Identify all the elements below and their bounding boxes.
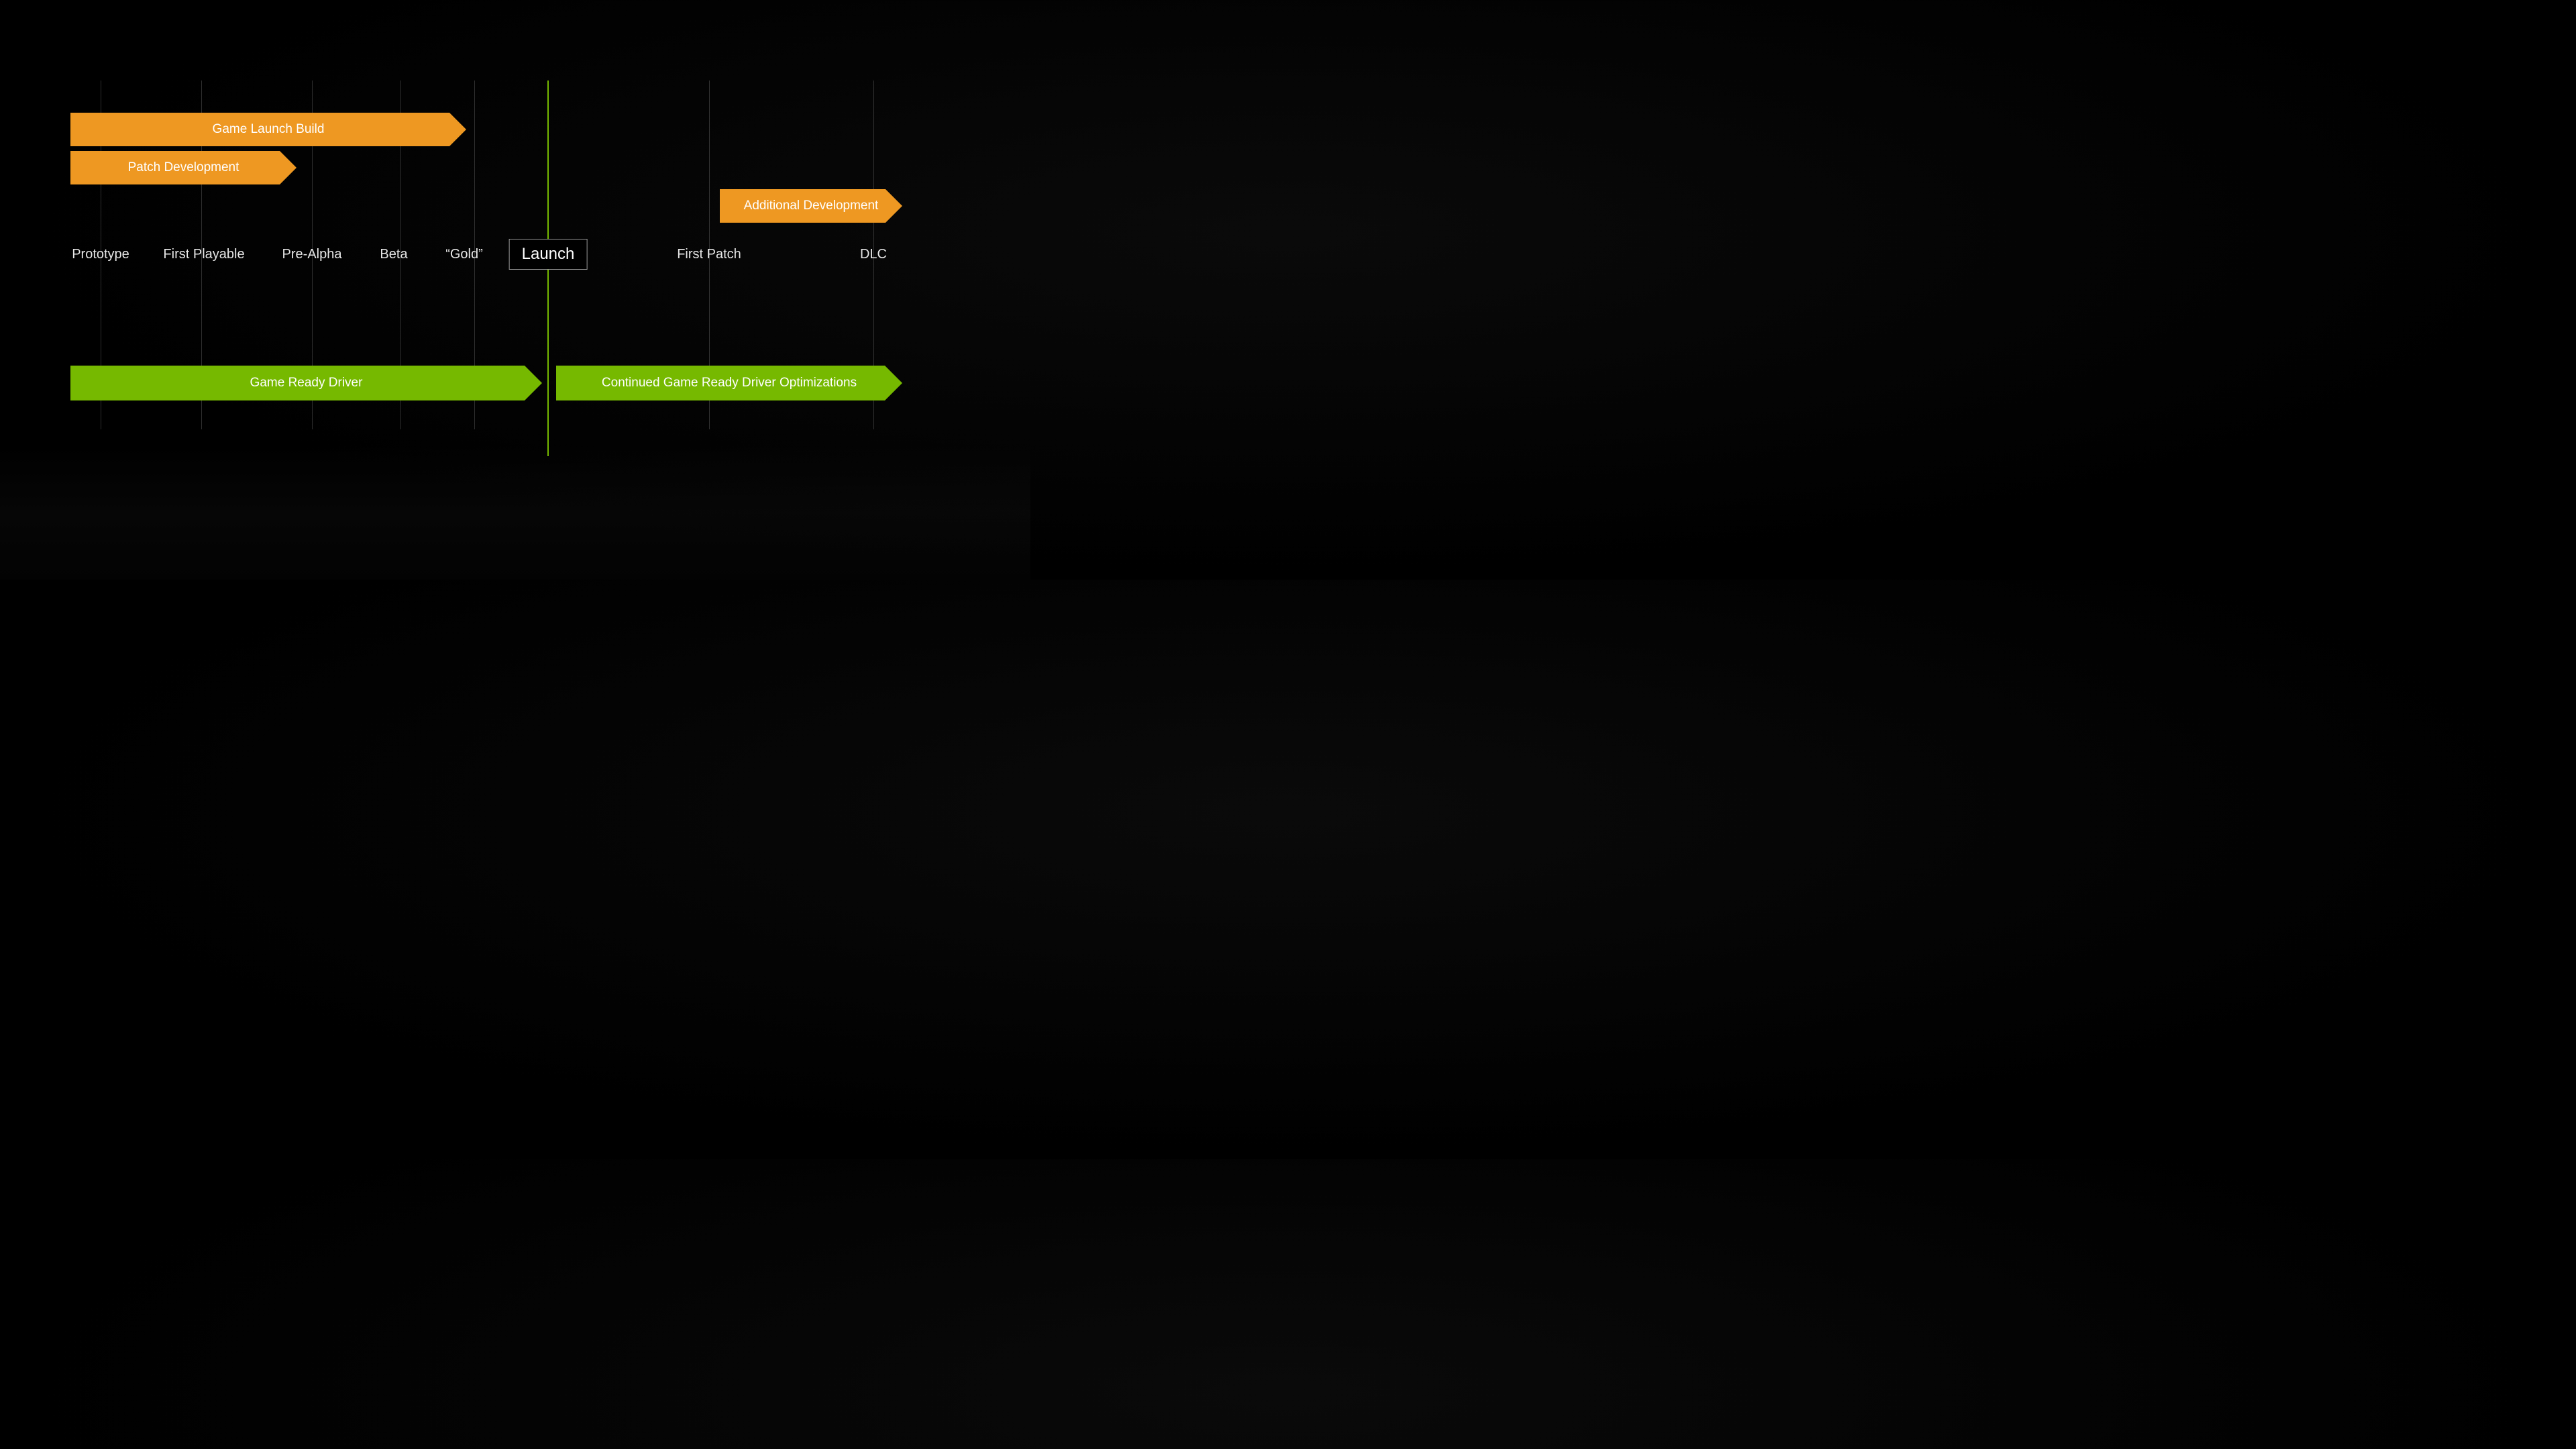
arrow-label: Continued Game Ready Driver Optimization… xyxy=(602,376,857,390)
arrow-head-icon xyxy=(885,189,902,223)
milestone-gold: “Gold” xyxy=(445,247,483,262)
arrow-label: Game Launch Build xyxy=(213,122,325,137)
milestone-first-patch: First Patch xyxy=(677,247,741,262)
arrow-head-icon xyxy=(525,366,542,400)
arrow-patch-development: Patch Development xyxy=(70,151,297,184)
arrow-label: Game Ready Driver xyxy=(250,376,363,390)
arrow-head-icon xyxy=(280,151,297,184)
milestone-first-playable: First Playable xyxy=(163,247,244,262)
arrow-additional-development: Additional Development xyxy=(720,189,902,223)
milestone-launch: Launch xyxy=(509,239,588,270)
arrow-label: Additional Development xyxy=(744,199,879,213)
timeline-diagram: Game Launch Build Patch Development Addi… xyxy=(70,80,896,429)
arrow-game-ready-driver: Game Ready Driver xyxy=(70,366,542,400)
milestone-prototype: Prototype xyxy=(72,247,129,262)
milestone-beta: Beta xyxy=(380,247,407,262)
arrow-head-icon xyxy=(885,366,902,400)
arrow-game-launch-build: Game Launch Build xyxy=(70,113,466,146)
arrow-continued-optimizations: Continued Game Ready Driver Optimization… xyxy=(556,366,902,400)
arrow-label: Patch Development xyxy=(128,160,239,175)
arrow-head-icon xyxy=(449,113,466,146)
milestone-pre-alpha: Pre-Alpha xyxy=(282,247,342,262)
milestone-dlc: DLC xyxy=(860,247,887,262)
floor-reflection xyxy=(0,445,1030,580)
